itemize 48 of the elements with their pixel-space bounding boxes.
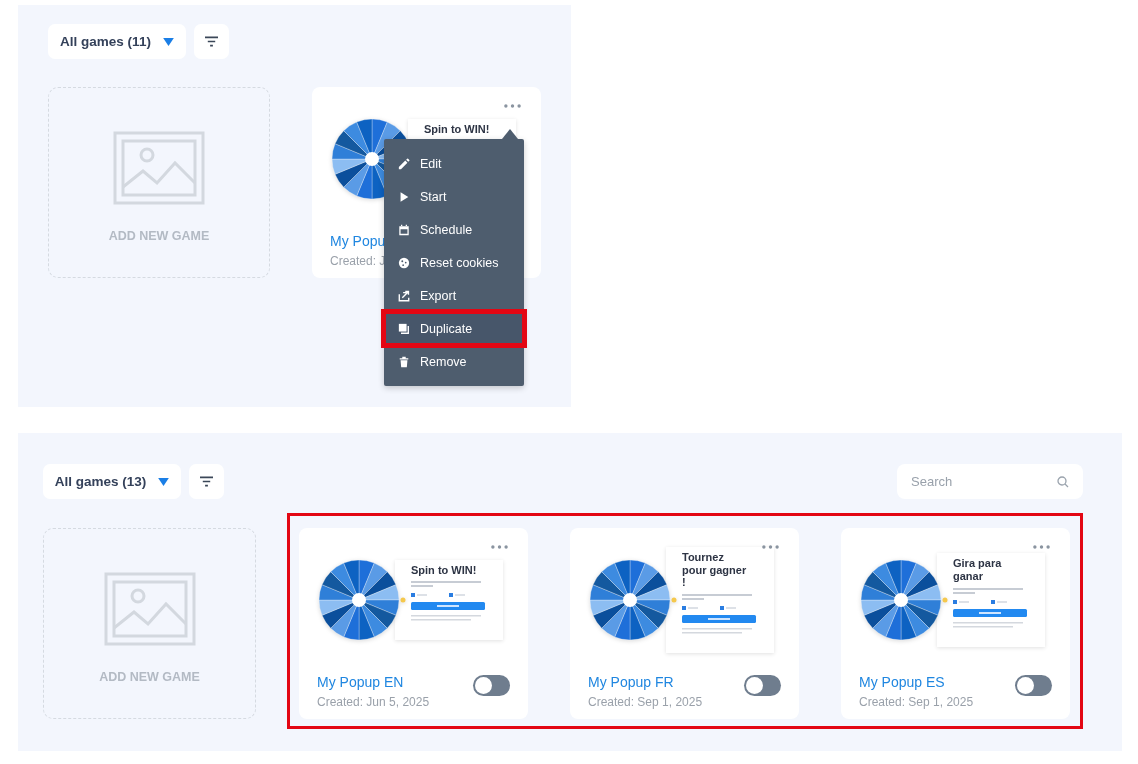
menu-item[interactable]: Edit <box>384 147 524 180</box>
created-date: Created: Jun 5, 2025 <box>317 695 430 709</box>
export-icon <box>398 289 410 302</box>
menu-item[interactable]: Remove <box>384 345 524 378</box>
game-card[interactable]: Spin to WIN! My Popup EN Created: Jun 5, 2025 <box>299 528 528 719</box>
toggle-switch[interactable] <box>744 675 781 696</box>
games-dropdown[interactable]: All games (13) <box>43 464 181 499</box>
games-dropdown[interactable]: All games (11) <box>48 24 186 59</box>
game-card[interactable]: Gira para ganar My Popup ES Created: Sep 1, 2025 <box>841 528 1070 719</box>
popup-title: Spin to WIN! <box>424 122 491 136</box>
game-title[interactable]: My Popup ES <box>859 674 974 690</box>
play-icon <box>398 190 410 203</box>
filter-icon <box>200 476 213 487</box>
toggle-switch[interactable] <box>473 675 510 696</box>
more-icon[interactable] <box>491 545 508 549</box>
popup-title: Tournez pour gagner ! <box>682 551 748 589</box>
menu-item[interactable]: Start <box>384 180 524 213</box>
created-date: Created: J <box>330 254 386 268</box>
search-icon <box>1057 476 1069 488</box>
caret-icon <box>162 37 174 46</box>
popup-title: Gira para ganar <box>953 557 1003 583</box>
more-icon[interactable] <box>1033 545 1050 549</box>
caret-icon <box>158 477 170 486</box>
game-title[interactable]: My Popu <box>330 233 386 249</box>
game-title[interactable]: My Popup FR <box>588 674 703 690</box>
trash-icon <box>398 355 410 368</box>
image-icon <box>113 131 205 205</box>
pencil-icon <box>398 157 410 170</box>
more-icon[interactable] <box>762 545 779 549</box>
menu-item[interactable]: Export <box>384 279 524 312</box>
copy-icon <box>398 322 410 335</box>
calendar-icon <box>398 223 410 236</box>
filter-icon <box>205 36 218 47</box>
more-icon[interactable] <box>504 104 521 108</box>
game-title[interactable]: My Popup EN <box>317 674 430 690</box>
game-card[interactable]: Tournez pour gagner ! My Popup FR Created: Sep 1, 2025 <box>570 528 799 719</box>
menu-item[interactable]: Reset cookies <box>384 246 524 279</box>
created-date: Created: Sep 1, 2025 <box>588 695 703 709</box>
filter-button[interactable] <box>194 24 229 59</box>
filter-button[interactable] <box>189 464 224 499</box>
popup-title: Spin to WIN! <box>411 563 478 577</box>
toggle-switch[interactable] <box>1015 675 1052 696</box>
menu-item[interactable]: Schedule <box>384 213 524 246</box>
menu-item[interactable]: Duplicate <box>384 312 524 345</box>
image-icon <box>103 572 196 646</box>
created-date: Created: Sep 1, 2025 <box>859 695 974 709</box>
search-field[interactable]: Search <box>897 464 1083 499</box>
cookie-icon <box>398 256 410 269</box>
